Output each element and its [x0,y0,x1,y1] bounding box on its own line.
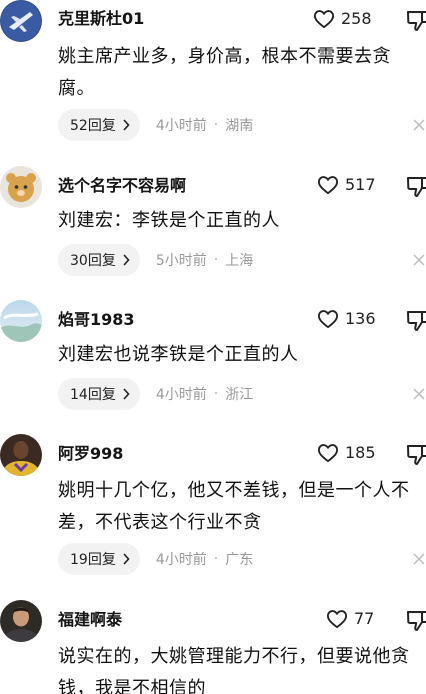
like-count: 517 [345,175,376,194]
comment-location: 湖南 [225,118,254,134]
like-button[interactable]: 517 [317,175,376,195]
close-icon[interactable] [412,387,426,401]
heart-outline-icon [326,610,347,629]
chevron-right-icon [123,119,130,131]
replies-button[interactable]: 30回复 [58,244,140,276]
comment-username[interactable]: 福建啊泰 [58,610,122,630]
comment-location: 广东 [225,552,254,568]
replies-label: 14回复 [70,387,116,403]
comment-username[interactable]: 阿罗998 [58,444,123,464]
comment-location: 上海 [225,253,254,269]
comment-time: 4小时前 [155,387,207,403]
heart-outline-icon [317,444,338,463]
comment-item: 福建啊泰 77 说实在的，大姚管理能力不行，但要说他贪钱，我是不相信的 [0,600,426,694]
comment-item: 选个名字不容易啊 517 刘建宏：李铁是个正直的人 30回复 5小时前 · 上海 [0,166,426,286]
comment-meta: 52回复 4小时前 · 湖南 [58,109,253,141]
thumbs-down-icon[interactable] [406,309,426,331]
comment-text: 姚主席产业多，身价高，根本不需要去贪腐。 [58,46,391,99]
chevron-right-icon [123,553,130,565]
heart-outline-icon [313,10,334,29]
replies-button[interactable]: 52回复 [58,109,140,141]
comment-item: 阿罗998 185 姚明十几个亿，他又不差钱，但是一个人不差，不代表这个行业不贪… [0,434,426,584]
close-icon[interactable] [412,552,426,566]
meta-separator: · [213,386,219,402]
comment-username[interactable]: 选个名字不容易啊 [58,176,186,196]
thumbs-down-icon[interactable] [406,9,426,31]
close-icon[interactable] [412,253,426,267]
comment-time: 5小时前 [155,253,207,269]
thumbs-down-icon[interactable] [406,609,426,631]
like-button[interactable]: 185 [317,443,376,463]
comment-text: 说实在的，大姚管理能力不行，但要说他贪钱，我是不相信的 [58,646,410,694]
comment-username[interactable]: 克里斯杜01 [58,9,144,29]
avatar[interactable] [0,300,42,342]
meta-separator: · [213,117,219,133]
meta-separator: · [213,252,219,268]
comment-text: 刘建宏：李铁是个正直的人 [58,210,280,231]
chevron-right-icon [123,388,130,400]
avatar[interactable] [0,434,42,476]
comment-username[interactable]: 焰哥1983 [58,310,135,330]
thumbs-down-icon[interactable] [406,443,426,465]
heart-outline-icon [317,176,338,195]
replies-button[interactable]: 19回复 [58,543,140,575]
comment-item: 焰哥1983 136 刘建宏也说李铁是个正直的人 14回复 4小时前 · 浙江 [0,300,426,420]
like-count: 136 [345,309,376,328]
heart-outline-icon [317,310,338,329]
avatar[interactable] [0,166,42,208]
like-button[interactable]: 258 [313,9,372,29]
replies-label: 19回复 [70,552,116,568]
close-icon[interactable] [412,118,426,132]
replies-label: 52回复 [70,118,116,134]
comment-meta: 14回复 4小时前 · 浙江 [58,378,253,410]
like-count: 258 [341,9,372,28]
avatar[interactable] [0,600,42,642]
thumbs-down-icon[interactable] [406,175,426,197]
chevron-right-icon [123,254,130,266]
comment-meta: 30回复 5小时前 · 上海 [58,244,253,276]
like-button[interactable]: 77 [326,609,374,629]
replies-button[interactable]: 14回复 [58,378,140,410]
like-count: 77 [354,609,375,628]
meta-separator: · [213,551,219,567]
comment-text: 姚明十几个亿，他又不差钱，但是一个人不差，不代表这个行业不贪 [58,480,410,533]
comment-time: 4小时前 [155,118,207,134]
comment-location: 浙江 [225,387,254,403]
like-button[interactable]: 136 [317,309,376,329]
comment-meta: 19回复 4小时前 · 广东 [58,543,253,575]
avatar[interactable] [0,0,42,42]
comment-time: 4小时前 [155,552,207,568]
like-count: 185 [345,443,376,462]
comment-item: 克里斯杜01 258 姚主席产业多，身价高，根本不需要去贪腐。 52回复 4小时… [0,0,426,150]
comment-text: 刘建宏也说李铁是个正直的人 [58,344,299,365]
replies-label: 30回复 [70,253,116,269]
